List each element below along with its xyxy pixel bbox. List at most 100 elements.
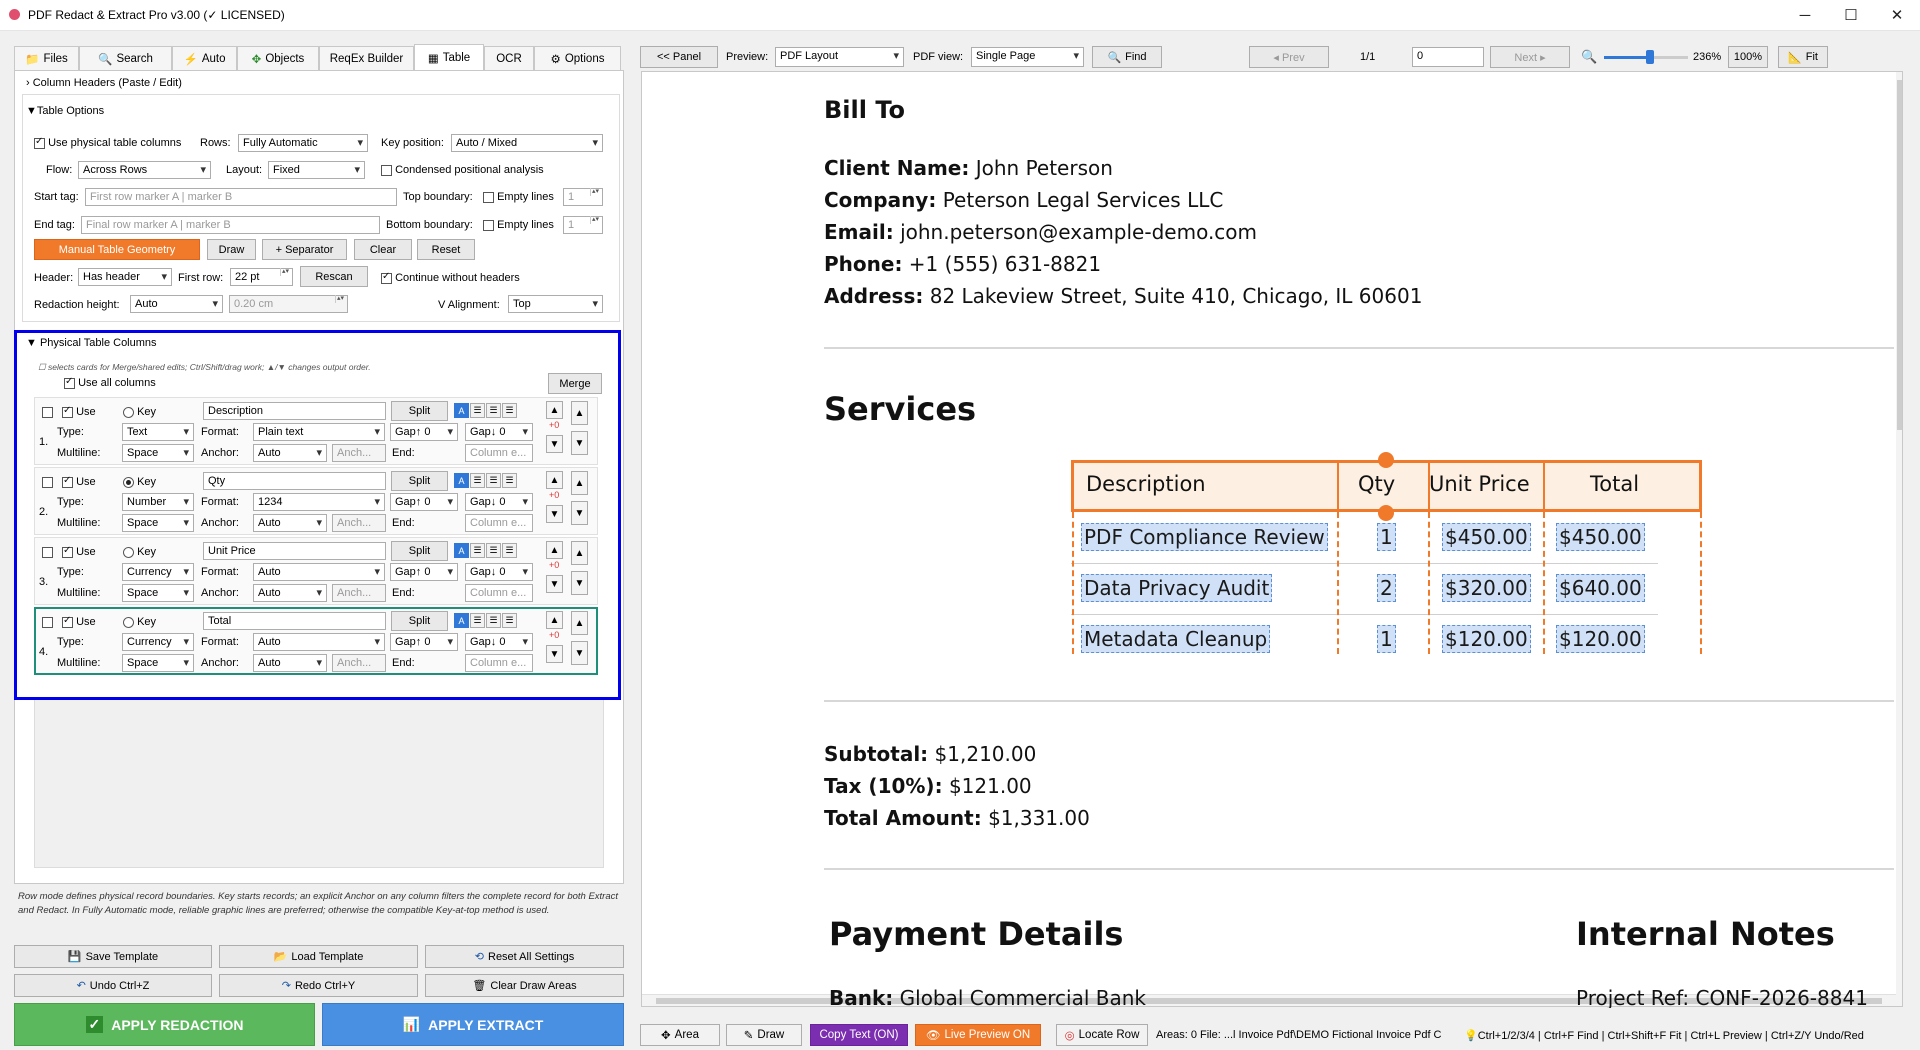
empty-lines-bottom-spinner[interactable]: 1	[563, 216, 603, 234]
key-radio[interactable]	[123, 546, 134, 558]
use-checkbox[interactable]	[62, 615, 73, 628]
table-cell[interactable]: $120.00	[1556, 625, 1645, 653]
zoom-slider-track[interactable]	[1604, 50, 1688, 64]
physical-columns-header[interactable]: ▼ Physical Table Columns	[26, 337, 157, 349]
use-option[interactable]: Use	[62, 545, 96, 558]
key-option[interactable]: Key	[123, 616, 156, 628]
draw-button[interactable]: ✎ Draw	[726, 1024, 802, 1046]
use-option[interactable]: Use	[62, 405, 96, 418]
card-select-checkbox[interactable]	[42, 616, 53, 628]
gap-up-select[interactable]: Gap↑ 0	[390, 493, 458, 511]
use-all-columns-checkbox[interactable]	[64, 376, 75, 389]
split-button[interactable]: Split	[391, 471, 448, 491]
empty-lines-top-checkbox[interactable]	[483, 191, 494, 203]
empty-lines-top-spinner[interactable]: 1	[563, 188, 603, 206]
gap-up-select[interactable]: Gap↑ 0	[390, 563, 458, 581]
align-right-icon[interactable]: ☰	[502, 473, 517, 488]
find-button[interactable]: 🔍 Find	[1092, 46, 1162, 68]
card-select-checkbox[interactable]	[42, 546, 53, 558]
align-auto-button[interactable]: A	[454, 473, 469, 488]
align-auto-button[interactable]: A	[454, 613, 469, 628]
column-card-selected[interactable]: 4. Use Key Total Split A ☰ ☰ ☰ ▲ +0 ▼ ▲ …	[34, 607, 598, 675]
move-down-arrow-icon[interactable]: ▼	[546, 505, 563, 523]
move-down-arrow-icon[interactable]: ▼	[546, 575, 563, 593]
order-up-arrow-icon[interactable]: ▲	[571, 471, 588, 495]
merge-button[interactable]: Merge	[548, 373, 602, 394]
row-drag-handle[interactable]	[1378, 452, 1394, 468]
table-cell[interactable]: $120.00	[1442, 625, 1531, 653]
save-template-button[interactable]: 💾 Save Template	[14, 945, 212, 968]
scroll-thumb[interactable]	[1897, 80, 1902, 430]
key-position-select[interactable]: Auto / Mixed	[451, 134, 603, 152]
empty-lines-bottom-checkbox[interactable]	[483, 219, 494, 231]
align-right-icon[interactable]: ☰	[502, 613, 517, 628]
close-button[interactable]: ✕	[1874, 0, 1920, 30]
page-input[interactable]: 0	[1412, 47, 1484, 67]
apply-extract-button[interactable]: 📊 APPLY EXTRACT	[322, 1003, 624, 1046]
reset-all-settings-button[interactable]: ⟲ Reset All Settings	[425, 945, 624, 968]
anchor-input[interactable]: Anch...	[332, 444, 386, 462]
gap-down-select[interactable]: Gap↓ 0	[465, 563, 533, 581]
order-down-arrow-icon[interactable]: ▼	[571, 431, 588, 455]
zoom-100-button[interactable]: 100%	[1728, 46, 1768, 68]
tab-options[interactable]: ⚙ Options	[534, 46, 621, 70]
format-select[interactable]: Plain text	[253, 423, 385, 441]
key-radio[interactable]	[123, 406, 134, 418]
anchor-select[interactable]: Auto	[253, 584, 327, 602]
table-cell[interactable]: Data Privacy Audit	[1081, 574, 1273, 602]
row-drag-handle[interactable]	[1378, 505, 1394, 521]
anchor-input[interactable]: Anch...	[332, 654, 386, 672]
column-card[interactable]: 1. Use Key Description Split A ☰ ☰ ☰ ▲ +…	[34, 397, 598, 465]
move-up-arrow-icon[interactable]: ▲	[546, 611, 563, 629]
align-left-icon[interactable]: ☰	[470, 403, 485, 418]
zoom-slider-thumb[interactable]	[1646, 50, 1655, 64]
maximize-button[interactable]: ☐	[1828, 0, 1874, 30]
gap-down-select[interactable]: Gap↓ 0	[465, 493, 533, 511]
continue-without-headers-checkbox[interactable]	[381, 271, 392, 284]
split-button[interactable]: Split	[391, 401, 448, 421]
move-down-arrow-icon[interactable]: ▼	[546, 435, 563, 453]
align-right-icon[interactable]: ☰	[502, 403, 517, 418]
continue-without-headers-option[interactable]: Continue without headers	[381, 271, 520, 284]
use-physical-checkbox[interactable]	[34, 136, 45, 149]
locate-row-button[interactable]: ◎ Locate Row	[1056, 1024, 1148, 1046]
key-option[interactable]: Key	[123, 476, 156, 488]
multiline-select[interactable]: Space	[122, 514, 194, 532]
align-left-icon[interactable]: ☰	[470, 473, 485, 488]
order-down-arrow-icon[interactable]: ▼	[571, 641, 588, 665]
align-center-icon[interactable]: ☰	[486, 403, 501, 418]
column-name-input[interactable]: Unit Price	[203, 542, 386, 560]
v-alignment-select[interactable]: Top	[508, 295, 603, 313]
pdf-view-select[interactable]: Single Page	[971, 47, 1084, 67]
order-up-arrow-icon[interactable]: ▲	[571, 401, 588, 425]
anchor-input[interactable]: Anch...	[332, 514, 386, 532]
redaction-cm-spinner[interactable]: 0.20 cm	[229, 295, 348, 313]
align-center-icon[interactable]: ☰	[486, 473, 501, 488]
move-up-arrow-icon[interactable]: ▲	[546, 541, 563, 559]
split-button[interactable]: Split	[391, 541, 448, 561]
split-button[interactable]: Split	[391, 611, 448, 631]
header-select[interactable]: Has header	[78, 268, 172, 286]
use-checkbox[interactable]	[62, 475, 73, 488]
format-select[interactable]: Auto	[253, 563, 385, 581]
column-name-input[interactable]: Qty	[203, 472, 386, 490]
start-tag-input[interactable]: First row marker A | marker B	[85, 188, 397, 206]
manual-table-geometry-button[interactable]: Manual Table Geometry	[34, 239, 200, 260]
order-down-arrow-icon[interactable]: ▼	[571, 571, 588, 595]
column-card[interactable]: 3. Use Key Unit Price Split A ☰ ☰ ☰ ▲ +0…	[34, 537, 598, 605]
table-cell[interactable]: $450.00	[1556, 523, 1645, 551]
use-checkbox[interactable]	[62, 405, 73, 418]
area-button[interactable]: ✥ Area	[640, 1024, 720, 1046]
tab-objects[interactable]: ✥ Objects	[237, 46, 319, 70]
load-template-button[interactable]: 📂 Load Template	[219, 945, 418, 968]
copy-text-toggle[interactable]: Copy Text (ON)	[810, 1024, 908, 1046]
format-select[interactable]: Auto	[253, 633, 385, 651]
type-select[interactable]: Currency	[122, 633, 194, 651]
type-select[interactable]: Currency	[122, 563, 194, 581]
table-cell[interactable]: PDF Compliance Review	[1081, 523, 1328, 551]
gap-up-select[interactable]: Gap↑ 0	[390, 633, 458, 651]
minimize-button[interactable]: ─	[1782, 0, 1828, 30]
empty-lines-top-option[interactable]: Empty lines	[483, 191, 554, 203]
multiline-select[interactable]: Space	[122, 654, 194, 672]
move-down-arrow-icon[interactable]: ▼	[546, 645, 563, 663]
